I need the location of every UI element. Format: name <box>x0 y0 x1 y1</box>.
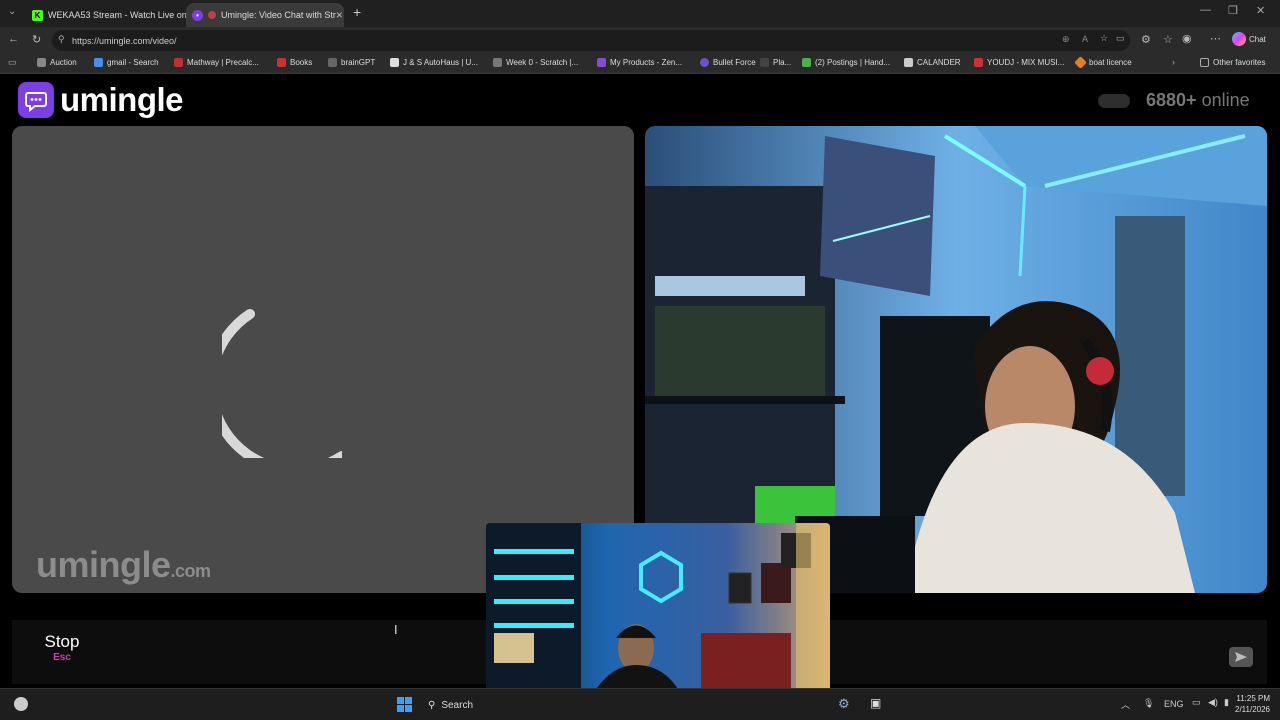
windows-taskbar: ⚲ Search ⚙ ▣ ︿ 🎙︎ ENG ▭ ◀) ▮ 11:25 PM 2/… <box>0 688 1280 720</box>
online-count: 6880+ online <box>1146 90 1250 111</box>
taskbar-search-label: Search <box>441 699 474 711</box>
bookmark-item[interactable]: Bullet Force <box>700 58 756 67</box>
split-screen-icon[interactable]: ▭ <box>1116 33 1125 44</box>
network-icon[interactable]: ▭ <box>1192 697 1201 708</box>
widgets-icon[interactable] <box>14 697 28 711</box>
clock[interactable]: 11:25 PM 2/11/2026 <box>1230 693 1270 715</box>
bookmark-item[interactable]: J & S AutoHaus | U... <box>390 58 478 67</box>
stop-label: Stop <box>44 632 80 651</box>
chat-label: Chat <box>1249 34 1266 44</box>
extensions-icon[interactable]: ⚙ <box>1141 33 1151 46</box>
bookmark-item[interactable]: Auction <box>37 58 77 67</box>
send-icon <box>1235 652 1247 662</box>
brand-name[interactable]: umingle <box>60 81 184 119</box>
zoom-icon[interactable]: ⊕ <box>1062 34 1070 45</box>
bookmark-item[interactable]: My Products - Zen... <box>597 58 682 67</box>
umingle-icon: • <box>192 9 203 21</box>
umingle-logo-icon[interactable] <box>18 82 54 118</box>
tab-title: Umingle: Video Chat with Str <box>221 10 336 20</box>
tray-chevron-icon[interactable]: ︿ <box>1121 698 1130 711</box>
reload-icon[interactable]: ↻ <box>32 33 41 46</box>
volume-icon[interactable]: ◀) <box>1208 697 1218 708</box>
bookmark-item[interactable]: CALANDER <box>904 58 961 67</box>
site-info-icon[interactable]: ⚲ <box>58 34 65 45</box>
address-url: https://umingle.com/video/ <box>72 35 177 46</box>
new-tab-icon[interactable]: + <box>353 4 361 20</box>
windows-start-icon[interactable] <box>397 697 412 712</box>
folder-icon <box>1200 58 1209 67</box>
bookmark-item[interactable]: Books <box>277 58 312 67</box>
bookmarks-bar: ▭ Auction gmail - Search Mathway | Preca… <box>0 54 1280 74</box>
bookmark-icon <box>904 58 913 67</box>
collections-icon[interactable]: ◉ <box>1182 32 1192 45</box>
taskbar-search[interactable]: ⚲ Search <box>424 694 486 716</box>
language-indicator[interactable]: ENG <box>1164 699 1184 709</box>
bookmark-icon <box>1074 56 1087 69</box>
chevron-right-icon[interactable]: › <box>1172 57 1175 67</box>
watermark-suffix: .com <box>170 561 212 581</box>
battery-icon[interactable]: ▮ <box>1224 697 1229 708</box>
bookmark-item[interactable]: (2) Postings | Hand... <box>802 58 890 67</box>
browser-tab-strip: ⌄ K WEKAA53 Stream - Watch Live on × • U… <box>0 0 1280 27</box>
send-button[interactable] <box>1229 647 1253 667</box>
bookmark-icon <box>700 58 709 67</box>
bookmark-item[interactable]: brainGPT <box>328 58 375 67</box>
bookmark-item[interactable]: gmail - Search <box>94 58 159 67</box>
browser-toolbar: ← ↻ ⚲ https://umingle.com/video/ ⊕ A ☆ ▭… <box>0 27 1280 54</box>
recording-icon <box>208 11 216 19</box>
tab-umingle[interactable]: • Umingle: Video Chat with Str × <box>186 3 344 27</box>
copilot-chat-button[interactable]: Chat <box>1232 32 1266 46</box>
close-icon[interactable]: × <box>336 8 343 22</box>
steam-icon[interactable]: ⚙ <box>838 696 850 712</box>
bookmark-icon <box>37 58 46 67</box>
tab-title: WEKAA53 Stream - Watch Live on <box>48 10 186 20</box>
bookmark-item[interactable]: Week 0 - Scratch |... <box>493 58 578 67</box>
split-icon[interactable]: ☆ <box>1163 33 1173 46</box>
sidebar-toggle-icon[interactable]: ▭ <box>8 57 17 68</box>
clock-time: 11:25 PM <box>1236 694 1270 703</box>
bookmark-icon <box>597 58 606 67</box>
stop-button[interactable]: Stop Esc <box>32 630 92 676</box>
back-icon[interactable]: ← <box>8 33 19 45</box>
close-window-icon[interactable]: ✕ <box>1256 4 1265 17</box>
more-menu-icon[interactable]: ⋯ <box>1210 32 1221 45</box>
bookmark-item[interactable]: boat licence <box>1074 56 1132 69</box>
copilot-icon <box>1232 32 1246 46</box>
online-count-value: 6880+ <box>1146 90 1197 110</box>
watermark-main: umingle <box>36 544 171 585</box>
restore-icon[interactable]: ❐ <box>1228 4 1238 17</box>
loading-spinner-icon <box>222 309 342 458</box>
tab-kick-stream[interactable]: K WEKAA53 Stream - Watch Live on × <box>26 3 186 27</box>
bookmark-icon <box>174 58 183 67</box>
bookmark-icon <box>802 58 811 67</box>
bookmark-icon <box>390 58 399 67</box>
theme-toggle[interactable] <box>1098 94 1130 108</box>
clock-date: 2/11/2026 <box>1235 705 1270 714</box>
stop-shortcut: Esc <box>53 652 71 663</box>
minimize-icon[interactable]: — <box>1200 4 1211 16</box>
text-cursor-icon: I <box>394 622 398 637</box>
bookmark-icon <box>94 58 103 67</box>
kick-icon: K <box>32 9 43 21</box>
bookmark-icon <box>493 58 502 67</box>
other-favorites[interactable]: Other favorites <box>1200 58 1265 67</box>
search-icon: ⚲ <box>428 699 436 711</box>
read-aloud-icon[interactable]: A <box>1082 34 1088 44</box>
site-watermark: umingle.com <box>36 544 211 586</box>
online-label: online <box>1201 90 1250 110</box>
tab-search-icon[interactable]: ⌄ <box>8 6 16 17</box>
favorite-star-icon[interactable]: ☆ <box>1100 33 1108 44</box>
bookmark-icon <box>328 58 337 67</box>
bookmark-icon <box>277 58 286 67</box>
discord-icon[interactable]: ▣ <box>870 696 881 710</box>
bookmark-icon <box>974 58 983 67</box>
bookmark-item[interactable]: Pla... <box>760 58 791 67</box>
microphone-icon[interactable]: 🎙︎ <box>1143 698 1154 709</box>
bookmark-item[interactable]: Mathway | Precalc... <box>174 58 259 67</box>
bookmark-item[interactable]: YOUDJ - MIX MUSI... <box>974 58 1064 67</box>
address-bar[interactable]: ⚲ https://umingle.com/video/ ⊕ A ☆ ▭ <box>52 30 1130 51</box>
bookmark-icon <box>760 58 769 67</box>
